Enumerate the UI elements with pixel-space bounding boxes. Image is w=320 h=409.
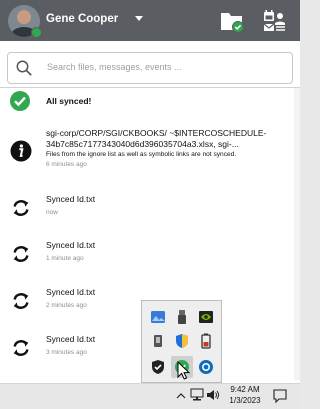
tray-app-battery[interactable] (195, 330, 217, 352)
tray-app-security[interactable] (147, 356, 169, 378)
tray-app-usb[interactable] (171, 306, 193, 328)
activity-time: 1 minute ago (46, 255, 84, 262)
activity-time: 6 minutes ago (46, 161, 87, 168)
clock-time[interactable]: 9:42 AM (224, 385, 266, 394)
search-icon (16, 60, 32, 76)
taskbar: 9:42 AM 1/3/2023 (0, 383, 300, 409)
online-status-dot (31, 27, 42, 38)
activity-time: 3 minutes ago (46, 349, 87, 356)
activity-time: now (46, 209, 58, 216)
device-icon (154, 335, 162, 347)
divider (0, 87, 300, 88)
tray-app-nvidia[interactable] (195, 306, 217, 328)
usb-drive-icon (178, 310, 186, 324)
chevron-up-icon[interactable] (175, 386, 187, 406)
notification-icon[interactable] (272, 388, 288, 404)
activity-title: Synced Id.txt (46, 240, 96, 250)
folder-synced-icon[interactable] (220, 9, 244, 33)
tray-app-shield[interactable] (171, 330, 193, 352)
activity-message: Files from the ignore list as well as sy… (46, 151, 237, 158)
search-placeholder: Search files, messages, events ... (47, 62, 182, 72)
user-name[interactable]: Gene Cooper (46, 13, 118, 25)
activity-item-sync[interactable]: Synced Id.txt 1 minute ago (0, 232, 300, 278)
security-icon (152, 360, 164, 374)
activity-item-sync[interactable]: Synced Id.txt now (0, 186, 300, 232)
sync-icon (13, 293, 29, 309)
panel-header: Gene Cooper (0, 0, 300, 41)
clock-date[interactable]: 1/3/2023 (224, 396, 266, 405)
sync-status: All synced! (46, 96, 92, 106)
activity-title: sgi-corp/CORP/SGI/CKBOOKS/ ~$INTERCOSCHE… (46, 128, 267, 149)
shield-icon (176, 334, 188, 348)
nvidia-icon (199, 311, 213, 323)
sync-icon (13, 200, 29, 216)
activity-title: Synced Id.txt (46, 287, 96, 297)
tray-app-outlook[interactable] (195, 356, 217, 378)
activity-time: 2 minutes ago (46, 302, 87, 309)
tools-icon[interactable] (262, 9, 286, 33)
network-icon[interactable] (190, 388, 204, 402)
sync-icon (13, 340, 29, 356)
activity-title: Synced Id.txt (46, 194, 96, 204)
activity-title: Synced Id.txt (46, 334, 96, 344)
battery-icon (201, 333, 211, 349)
info-icon (10, 140, 32, 162)
chevron-down-icon[interactable] (135, 16, 143, 21)
tray-app-device[interactable] (147, 330, 169, 352)
outlook-icon (199, 360, 213, 374)
search-input[interactable]: Search files, messages, events ... (7, 52, 293, 84)
check-circle-icon (10, 91, 30, 111)
activity-scrollbar[interactable] (294, 88, 300, 380)
volume-icon[interactable] (206, 388, 220, 402)
tray-app-photos[interactable] (147, 306, 169, 328)
sync-icon (13, 246, 29, 262)
photos-icon (151, 311, 165, 323)
mouse-cursor-icon (177, 361, 191, 380)
